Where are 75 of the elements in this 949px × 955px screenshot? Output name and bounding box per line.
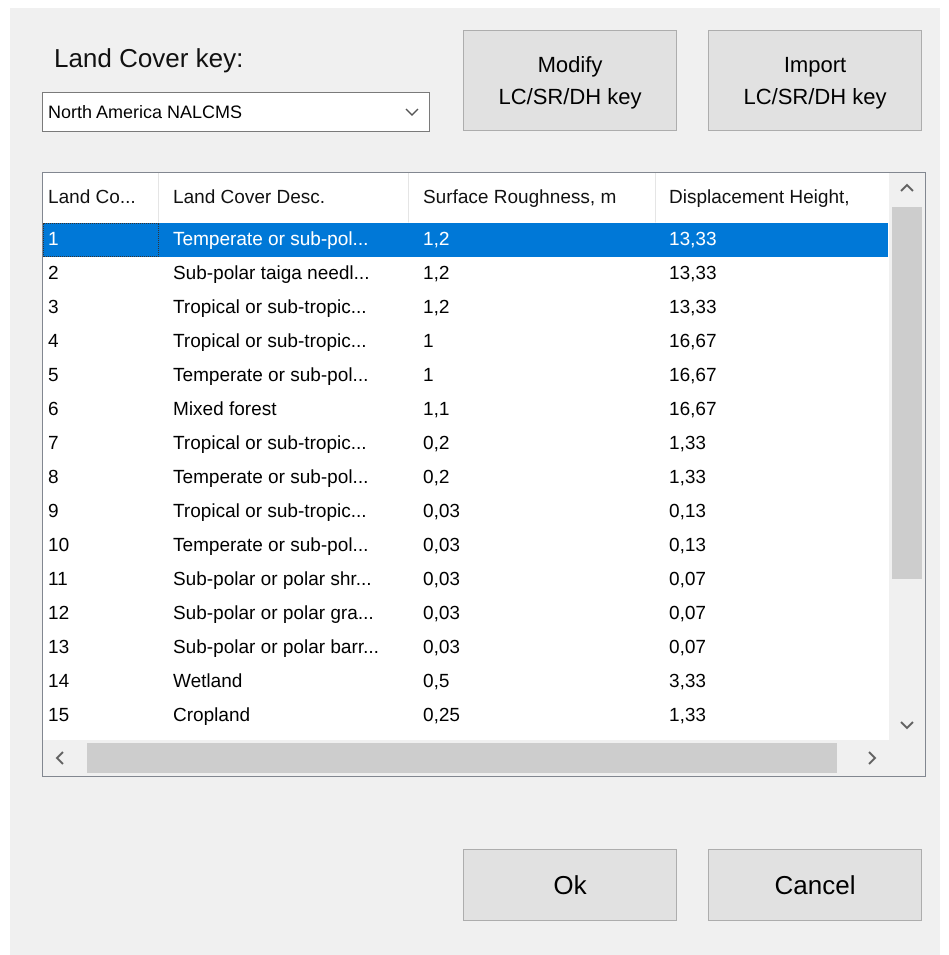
table-cell[interactable]: 5 — [43, 359, 159, 393]
scroll-right-icon[interactable] — [867, 751, 877, 765]
table-cell-text: Tropical or sub-tropic... — [172, 432, 368, 456]
table-cell-text: Tropical or sub-tropic... — [172, 500, 368, 524]
table-cell[interactable]: 8 — [43, 461, 159, 495]
table-cell-text: Sub-polar or polar barr... — [172, 636, 380, 660]
table-cell-text: 1,2 — [422, 262, 450, 286]
table-cell-text: 0,03 — [422, 534, 461, 558]
table-cell-text: Wetland — [172, 670, 244, 694]
table-cell[interactable]: 2 — [43, 257, 159, 291]
table-cell[interactable]: 14 — [43, 665, 159, 699]
table-cell-text: 0,07 — [668, 602, 707, 626]
table-cell-text: 1,2 — [422, 296, 450, 320]
table-cell-text: 1,33 — [668, 466, 707, 490]
horizontal-scrollbar[interactable] — [43, 740, 925, 776]
table-cell-text: 0,5 — [422, 670, 450, 694]
table-cell-text: 1,33 — [668, 704, 707, 728]
table-cell-text: Temperate or sub-pol... — [172, 534, 370, 558]
table-cell-text: Sub-polar or polar shr... — [172, 568, 373, 592]
table-cell: Temperate or sub-pol... — [159, 223, 409, 257]
table-cell-text: 0,03 — [422, 500, 461, 524]
table-cell-text: 1 — [422, 330, 435, 354]
table-cell-text: 1,1 — [422, 398, 450, 422]
table-cell-text: Tropical or sub-tropic... — [172, 330, 368, 354]
table-cell[interactable]: 12 — [43, 597, 159, 631]
table-cell-text: 0,03 — [422, 636, 461, 660]
scroll-down-icon[interactable] — [900, 720, 914, 730]
table-cell[interactable]: 6 — [43, 393, 159, 427]
table-cell-text: Tropical or sub-tropic... — [172, 296, 368, 320]
table-cell-text: Temperate or sub-pol... — [172, 466, 370, 490]
table-cell-text: 16,67 — [668, 398, 718, 422]
chevron-down-icon[interactable] — [405, 108, 419, 116]
table-cell-text: 16,67 — [668, 330, 718, 354]
table-cell: 1,2 — [409, 223, 656, 257]
table-cell[interactable]: 3 — [43, 291, 159, 325]
table-cell-text: 0,07 — [668, 636, 707, 660]
vertical-scrollbar[interactable] — [889, 173, 925, 740]
table-cell-text: Temperate or sub-pol... — [172, 364, 370, 388]
table-cell[interactable]: 7 — [43, 427, 159, 461]
table-cell-text: 0,03 — [422, 568, 461, 592]
table-cell-text: Sub-polar or polar gra... — [172, 602, 375, 626]
table-cell-text: 0,07 — [668, 568, 707, 592]
field-label: Land Cover key: — [54, 42, 244, 74]
table-cell-text: 16,67 — [668, 364, 718, 388]
dialog-button[interactable]: Cancel — [708, 849, 922, 921]
table-cell-text: 0,2 — [422, 466, 450, 490]
table-cell[interactable]: 10 — [43, 529, 159, 563]
table-cell: 13,33 — [656, 223, 888, 257]
action-button[interactable]: Modify LC/SR/DH key — [463, 30, 677, 131]
table-cell-text: 0,13 — [668, 534, 707, 558]
table-cell[interactable]: 11 — [43, 563, 159, 597]
table-cell[interactable]: 15 — [43, 699, 159, 733]
table-cell-text: 1,33 — [668, 432, 707, 456]
table-cell-text: 13,33 — [668, 262, 718, 286]
table-cell-text: 3,33 — [668, 670, 707, 694]
table-cell[interactable]: 9 — [43, 495, 159, 529]
table-cell-text: 13,33 — [668, 296, 718, 320]
table-cell-text: 0,03 — [422, 602, 461, 626]
scrollbar-thumb[interactable] — [892, 207, 922, 579]
scroll-left-icon[interactable] — [55, 751, 65, 765]
table-cell[interactable]: 4 — [43, 325, 159, 359]
dropdown[interactable]: North America NALCMS — [42, 92, 430, 132]
scrollbar-thumb[interactable] — [87, 743, 837, 773]
table-cell-text: 0,25 — [422, 704, 461, 728]
action-button[interactable]: Import LC/SR/DH key — [708, 30, 922, 131]
table-cell-text: 0,2 — [422, 432, 450, 456]
table-cell-text: Sub-polar taiga needl... — [172, 262, 370, 286]
table-cell[interactable]: 1 — [43, 223, 159, 257]
table-cell[interactable]: 13 — [43, 631, 159, 665]
table-cell-text: Cropland — [172, 704, 252, 728]
table-cell-text: Mixed forest — [172, 398, 278, 422]
table-cell-text: 0,13 — [668, 500, 707, 524]
table-cell-text: 1 — [422, 364, 435, 388]
scroll-up-icon[interactable] — [900, 183, 914, 193]
dialog-button[interactable]: Ok — [463, 849, 677, 921]
